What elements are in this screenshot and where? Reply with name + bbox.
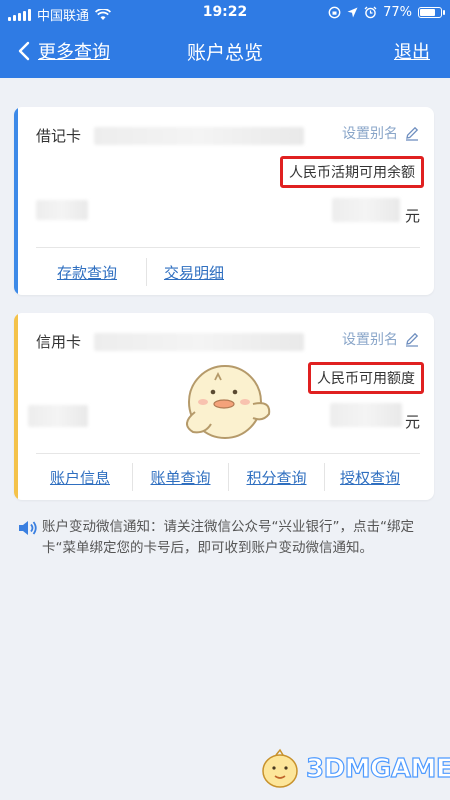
set-alias-button[interactable]: 设置别名 (342, 329, 420, 349)
debit-card-type: 借记卡 (36, 127, 82, 145)
nav-bar: 更多查询 账户总览 退出 (0, 26, 450, 78)
authorization-query-link[interactable]: 授权查询 (325, 467, 415, 488)
back-label: 更多查询 (38, 42, 110, 63)
logout-button[interactable]: 退出 (394, 38, 430, 64)
currency-unit: 元 (404, 207, 420, 225)
location-icon (347, 7, 358, 18)
watermark: 3DMGAME (258, 748, 450, 790)
back-button[interactable]: 更多查询 (18, 38, 110, 64)
masked-account-info (36, 200, 88, 220)
wechat-notice: 账户变动微信通知：请关注微信公众号“兴业银行”，点击“绑定卡“菜单绑定您的卡号后… (18, 517, 438, 559)
deposit-query-link[interactable]: 存款查询 (28, 262, 146, 283)
pencil-icon (406, 332, 419, 347)
debit-card-actions: 存款查询 交易明细 (28, 249, 420, 295)
credit-card-type: 信用卡 (36, 333, 82, 351)
balance-label: 人民币活期可用余额 (280, 156, 424, 188)
status-bar: 中国联通 19:22 77% (0, 0, 450, 26)
credit-card-stripe (14, 313, 18, 500)
credit-card-actions: 账户信息 账单查询 积分查询 授权查询 (28, 454, 420, 500)
watermark-text: 3DMGAME (305, 753, 450, 784)
debit-card: 借记卡 设置别名 人民币活期可用余额 元 存款查询 交易明细 (14, 107, 434, 295)
masked-account-info (28, 405, 88, 427)
set-alias-label: 设置别名 (342, 332, 398, 348)
top-bar: 中国联通 19:22 77% 更多查询 账户总览 退出 (0, 0, 450, 78)
set-alias-label: 设置别名 (342, 126, 398, 142)
account-info-link[interactable]: 账户信息 (28, 467, 132, 488)
notice-text: 账户变动微信通知：请关注微信公众号“兴业银行”，点击“绑定卡“菜单绑定您的卡号后… (42, 519, 414, 556)
battery-percent: 77% (383, 5, 412, 20)
transaction-details-link[interactable]: 交易明细 (147, 262, 241, 283)
currency-unit: 元 (404, 413, 420, 431)
debit-card-stripe (14, 107, 18, 295)
speaker-icon (19, 521, 37, 535)
chevron-left-icon (18, 41, 30, 61)
pencil-icon (406, 126, 419, 141)
credit-limit-label: 人民币可用额度 (308, 362, 424, 394)
masked-card-number (94, 127, 304, 145)
masked-credit-limit (330, 403, 402, 427)
masked-card-number (94, 333, 304, 351)
points-query-link[interactable]: 积分查询 (229, 467, 324, 488)
mascot-sticker (186, 365, 271, 439)
alarm-icon (364, 6, 377, 19)
card-divider (36, 247, 420, 248)
rotation-lock-icon (328, 6, 341, 19)
battery-icon (418, 7, 445, 18)
bill-query-link[interactable]: 账单查询 (133, 467, 228, 488)
set-alias-button[interactable]: 设置别名 (342, 123, 420, 143)
watermark-mascot-icon (262, 748, 298, 788)
masked-balance (332, 198, 400, 222)
